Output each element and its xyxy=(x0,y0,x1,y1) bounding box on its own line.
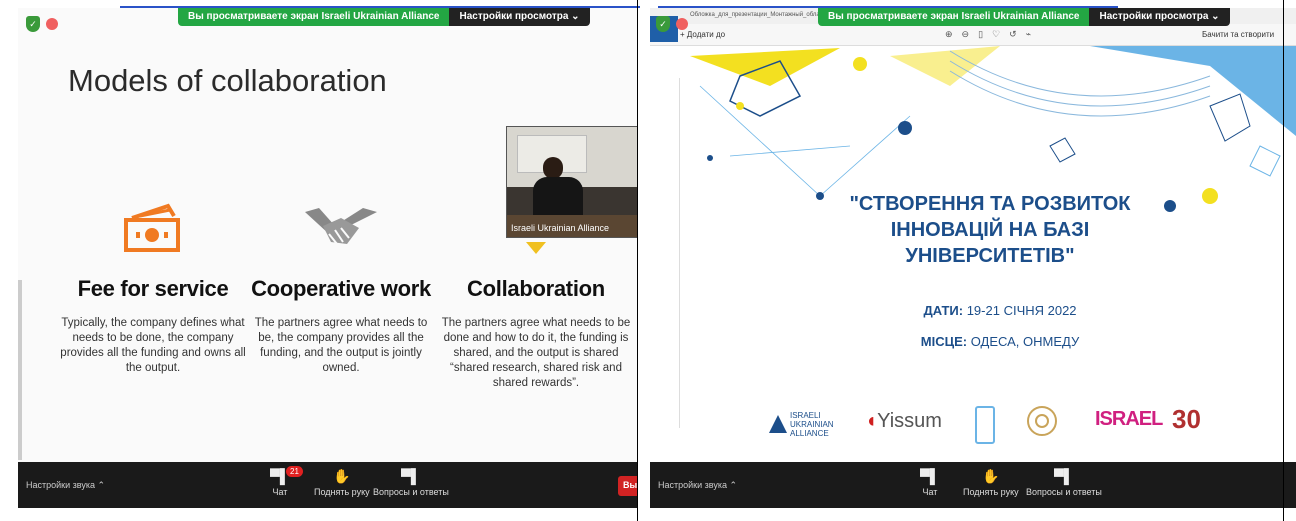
column-cooperative-work: Cooperative work The partners agree what… xyxy=(246,198,436,376)
place-line: МІСЦЕ: ОДЕСА, ОНМЕДУ xyxy=(850,334,1150,349)
qa-icon: ▀▌ xyxy=(1053,468,1074,484)
divider-right xyxy=(1283,0,1284,521)
dates-line: ДАТИ: 19-21 СІЧНЯ 2022 xyxy=(850,303,1150,318)
divider xyxy=(637,0,638,521)
share-banner: Вы просматриваете экран Israeli Ukrainia… xyxy=(178,8,590,26)
zoom-window-right: Обложка_для_презентации_Монтажный_област… xyxy=(650,8,1296,508)
participant-video[interactable]: Israeli Ukrainian Alliance xyxy=(506,126,638,238)
chat-icon: ▀▌ xyxy=(920,468,940,484)
ornament-logo xyxy=(1027,406,1057,436)
top-link-underline-right[interactable] xyxy=(658,0,1118,8)
audio-settings-label: Настройки звука xyxy=(26,480,95,490)
alliance-logo xyxy=(769,415,787,433)
anniversary-logo: 30 xyxy=(1172,404,1201,434)
hand-icon: ✋ xyxy=(982,468,1000,484)
hand-icon: ✋ xyxy=(333,468,351,484)
shield-icon[interactable]: ✓ xyxy=(656,16,670,32)
zoom-window-left: ✓ Вы просматриваете экран Israeli Ukrain… xyxy=(18,8,638,508)
qa-icon: ▀▌ xyxy=(400,468,421,484)
place-label: МІСЦЕ: xyxy=(920,334,968,349)
column-fee-for-service: Fee for service Typically, the company d… xyxy=(58,198,248,376)
qa-button[interactable]: ▀▌ Вопросы и ответы xyxy=(373,468,449,497)
chat-button[interactable]: ▀▌ Чат xyxy=(920,468,940,497)
audio-settings-button[interactable]: Настройки звука ⌃ xyxy=(658,480,737,491)
slide-edge xyxy=(18,280,22,460)
qa-label: Вопросы и ответы xyxy=(373,487,449,497)
israel-logo: ISRAEL xyxy=(1095,408,1163,430)
audio-settings-label: Настройки звука xyxy=(658,480,727,490)
raise-hand-label: Поднять руку xyxy=(314,487,370,497)
person-head xyxy=(543,157,563,179)
share-banner-text: Вы просматриваете экран Israeli Ukrainia… xyxy=(178,8,450,26)
handshake-icon xyxy=(305,208,377,245)
column-body: Typically, the company defines what need… xyxy=(60,317,246,374)
screenshot-root: ✓ Вы просматриваете экран Israeli Ukrain… xyxy=(0,0,1296,521)
shield-icon[interactable]: ✓ xyxy=(26,16,40,32)
edit-create-button[interactable]: Бачити та створити xyxy=(1202,30,1274,39)
add-to-label: Додати до xyxy=(686,30,726,39)
view-options-button[interactable]: Настройки просмотра ⌄ xyxy=(449,8,590,26)
column-heading: Fee for service xyxy=(77,276,229,301)
university-logo xyxy=(975,406,995,444)
chat-button[interactable]: ▀▌ 21 Чат xyxy=(270,466,303,497)
raise-hand-button[interactable]: ✋ Поднять руку xyxy=(963,468,1019,497)
audio-settings-button[interactable]: Настройки звука ⌃ xyxy=(26,480,105,491)
dates-value: 19-21 СІЧНЯ 2022 xyxy=(966,303,1077,318)
view-options-label: Настройки просмотра xyxy=(1099,11,1209,22)
alliance-logo-text: ISRAELI UKRAINIAN ALLIANCE xyxy=(790,411,834,438)
share-banner: Вы просматриваете экран Israeli Ukrainia… xyxy=(818,8,1230,26)
title-line: "СТВОРЕННЯ ТА РОЗВИТОК xyxy=(849,193,1131,215)
raise-hand-button[interactable]: ✋ Поднять руку xyxy=(314,468,370,497)
meeting-toolbar: Настройки звука ⌃ ▀▌ 21 Чат ✋ Поднять ру… xyxy=(18,462,638,508)
view-options-button[interactable]: Настройки просмотра ⌄ xyxy=(1089,8,1230,26)
column-body: The partners agree what needs to be, the… xyxy=(254,317,428,374)
column-body: The partners agree what needs to be done… xyxy=(441,317,631,389)
place-value: ОДЕСА, ОНМЕДУ xyxy=(970,334,1080,349)
yissum-logo: ◖Yissum xyxy=(865,410,942,432)
dates-label: ДАТИ: xyxy=(923,303,964,318)
chat-label: Чат xyxy=(922,487,938,497)
participant-name: Israeli Ukrainian Alliance xyxy=(511,223,610,233)
share-banner-text: Вы просматриваете экран Israeli Ukrainia… xyxy=(818,8,1090,26)
raise-hand-label: Поднять руку xyxy=(963,487,1019,497)
leave-label: Вый xyxy=(623,480,638,490)
column-heading: Cooperative work xyxy=(251,276,431,301)
column-heading: Collaboration xyxy=(467,276,605,301)
record-icon xyxy=(46,18,58,30)
image-viewer-toolbar: + Додати до ⊕⊖▯♡↺⌁ Бачити та створити xyxy=(650,24,1296,46)
viewer-side-panel xyxy=(650,78,680,428)
edit-create-label: Бачити та створити xyxy=(1202,30,1275,39)
qa-button[interactable]: ▀▌ Вопросы и ответы xyxy=(1026,468,1102,497)
slide-title: Models of collaboration xyxy=(68,63,387,98)
top-link-underline[interactable] xyxy=(120,0,640,8)
yissum-logo-text: Yissum xyxy=(877,410,942,432)
title-line: УНІВЕРСИТЕТІВ" xyxy=(905,245,1075,267)
qa-label: Вопросы и ответы xyxy=(1026,487,1102,497)
title-line: ІННОВАЦІЙ НА БАЗІ xyxy=(890,219,1090,241)
meeting-toolbar: Настройки звука ⌃ ▀▌ Чат ✋ Поднять руку … xyxy=(650,462,1296,508)
view-options-label: Настройки просмотра xyxy=(459,11,569,22)
add-to-button[interactable]: + Додати до xyxy=(680,30,725,39)
chat-label: Чат xyxy=(272,487,288,497)
slide-main-title: "СТВОРЕННЯ ТА РОЗВИТОК ІННОВАЦІЙ НА БАЗІ… xyxy=(820,191,1160,269)
viewer-tools[interactable]: ⊕⊖▯♡↺⌁ xyxy=(945,29,1040,40)
record-icon xyxy=(676,18,688,30)
leave-button[interactable]: Вый xyxy=(618,476,638,496)
chat-badge: 21 xyxy=(286,466,303,477)
money-icon xyxy=(124,203,180,252)
